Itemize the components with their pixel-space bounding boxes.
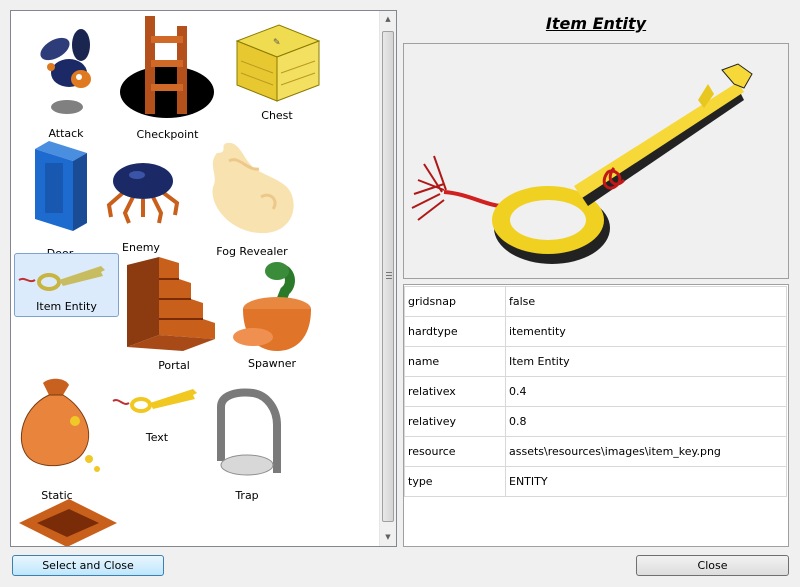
entity-grid: Attack Checkpoint ✎ Chest Enemy Fog Reve… <box>11 11 380 546</box>
entity-label: Trap <box>235 489 259 502</box>
property-value[interactable]: Item Entity <box>505 346 787 377</box>
beetle-bomb-icon <box>40 29 91 114</box>
pit-icon <box>19 499 117 546</box>
scroll-thumb[interactable] <box>382 31 394 522</box>
property-value[interactable]: ENTITY <box>505 466 787 497</box>
entity-palette[interactable]: Attack Checkpoint ✎ Chest Enemy Fog Reve… <box>10 10 397 547</box>
entity-pit[interactable] <box>17 495 117 546</box>
property-row[interactable]: relativey 0.8 <box>404 406 787 437</box>
entity-chest[interactable]: ✎ Chest <box>227 21 327 125</box>
scroll-down-arrow[interactable]: ▼ <box>380 529 396 546</box>
property-row[interactable]: type ENTITY <box>404 466 787 497</box>
entity-attack[interactable]: Attack <box>21 21 111 143</box>
entity-label: Spawner <box>248 357 296 370</box>
small-key-icon <box>112 389 197 413</box>
entity-label: Item Entity <box>36 300 97 313</box>
property-key: gridsnap <box>404 286 506 317</box>
detail-title: Item Entity <box>545 14 647 33</box>
svg-text:✎: ✎ <box>273 38 281 48</box>
entity-fog-revealer[interactable]: Fog Revealer <box>199 135 305 259</box>
entity-portal[interactable]: Portal <box>119 255 229 372</box>
property-value[interactable]: assets\resources\images\item_key.png <box>505 436 787 467</box>
door-icon <box>35 141 87 231</box>
palette-scrollbar[interactable]: ▲ ▼ <box>379 11 396 546</box>
property-key: relativey <box>404 406 506 437</box>
entity-text[interactable]: Text <box>107 381 207 445</box>
ladder-hole-icon <box>120 16 214 118</box>
stairs-icon <box>127 257 215 351</box>
key-preview-icon <box>411 63 753 264</box>
property-value[interactable]: 0.4 <box>505 376 787 407</box>
property-key: resource <box>404 436 506 467</box>
property-key: hardtype <box>404 316 506 347</box>
fog-icon <box>212 142 294 234</box>
entity-door[interactable]: Door <box>21 139 99 263</box>
property-key: name <box>404 346 506 377</box>
property-key: relativex <box>404 376 506 407</box>
property-value[interactable]: itementity <box>505 316 787 347</box>
preview-panel <box>403 43 789 279</box>
select-and-close-button[interactable]: Select and Close <box>12 555 164 576</box>
property-row[interactable]: name Item Entity <box>404 346 787 377</box>
entity-label: Chest <box>261 109 293 122</box>
property-value[interactable]: false <box>505 286 787 317</box>
property-value[interactable]: 0.8 <box>505 406 787 437</box>
entity-checkpoint[interactable]: Checkpoint <box>115 14 220 142</box>
property-key: type <box>404 466 506 497</box>
properties-table: gridsnap false hardtype itementity name … <box>403 284 789 547</box>
close-button[interactable]: Close <box>636 555 789 576</box>
scroll-up-arrow[interactable]: ▲ <box>380 11 396 28</box>
spider-icon <box>106 163 180 224</box>
property-row[interactable]: relativex 0.4 <box>404 376 787 407</box>
entity-label: Portal <box>158 359 190 372</box>
property-row[interactable]: resource assets\resources\images\item_ke… <box>404 436 787 467</box>
key-icon <box>18 266 105 291</box>
entity-static[interactable]: Static <box>13 373 101 502</box>
entity-label: Text <box>145 431 169 444</box>
money-bag-icon <box>20 378 100 472</box>
chest-icon: ✎ <box>235 24 321 102</box>
property-row[interactable]: gridsnap false <box>404 286 787 317</box>
trap-icon <box>217 388 281 476</box>
entity-enemy[interactable]: Enemy <box>99 151 183 257</box>
snake-pot-icon <box>233 262 311 351</box>
entity-item-entity[interactable]: Item Entity <box>14 253 119 317</box>
property-row[interactable]: hardtype itementity <box>404 316 787 347</box>
entity-spawner[interactable]: Spawner <box>229 255 315 373</box>
entity-trap[interactable]: Trap <box>207 385 287 505</box>
